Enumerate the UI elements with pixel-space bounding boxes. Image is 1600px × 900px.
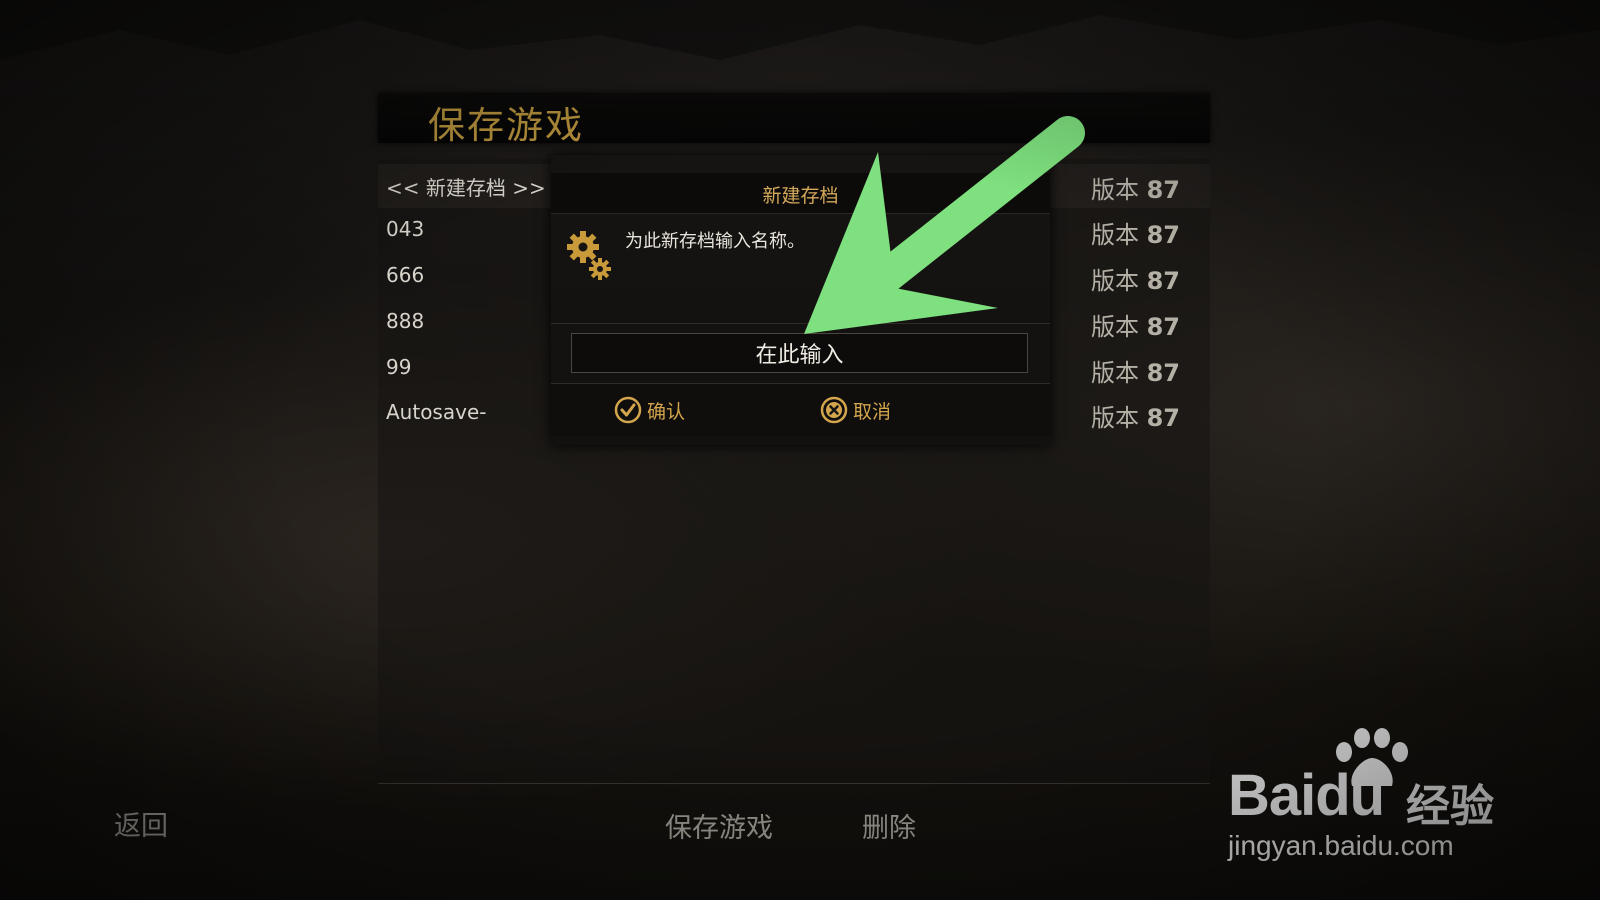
version-label: 版本 — [1090, 359, 1139, 387]
dialog-prompt: 为此新存档输入名称。 — [625, 231, 805, 252]
version-number: 87 — [1146, 404, 1180, 432]
new-save-dialog: 新建存档 为此新存档输入名称。 在此输入 确认 取消 — [551, 155, 1050, 445]
dialog-title: 新建存档 — [762, 185, 839, 207]
version-number: 87 — [1146, 359, 1180, 387]
dialog-button-bar: 确认 取消 — [551, 383, 1050, 436]
baidu-jingyan-text: 经验 — [1406, 781, 1494, 832]
version-label: 版本 — [1090, 221, 1139, 249]
cancel-button[interactable]: 取消 — [819, 392, 891, 428]
cancel-label: 取消 — [853, 400, 892, 423]
baidu-url: jingyan.baidu.com — [1228, 830, 1454, 861]
save-slot-name: 666 — [386, 263, 425, 287]
delete-button[interactable]: 删除 — [862, 806, 916, 845]
confirm-button[interactable]: 确认 — [613, 392, 685, 428]
baidu-logo-text: Baidu — [1228, 763, 1385, 828]
save-slot-name: 99 — [386, 355, 412, 379]
save-name-input[interactable] — [571, 333, 1028, 373]
version-number: 87 — [1146, 313, 1180, 341]
save-slot-version: 版本 87 — [1091, 398, 1180, 433]
version-number: 87 — [1146, 267, 1180, 295]
save-slot-version: 版本 87 — [1091, 261, 1180, 296]
back-button[interactable]: 返回 — [114, 804, 168, 843]
version-number: 87 — [1146, 221, 1180, 249]
save-slot-name: 888 — [386, 309, 425, 333]
title-bar: 保存游戏 — [378, 93, 1210, 147]
save-slot-version: 版本 87 — [1091, 170, 1180, 205]
save-game-button[interactable]: 保存游戏 — [665, 806, 773, 845]
version-number: 87 — [1146, 176, 1180, 204]
save-slot-version: 版本 87 — [1091, 307, 1180, 342]
save-slot-version: 版本 87 — [1091, 215, 1180, 250]
page-title: 保存游戏 — [428, 104, 584, 147]
gears-icon — [567, 231, 611, 280]
version-label: 版本 — [1090, 313, 1139, 341]
check-circle-icon — [614, 396, 642, 424]
save-slot-name: 043 — [386, 217, 425, 241]
close-circle-icon — [820, 396, 848, 424]
dialog-header: 新建存档 — [551, 173, 1050, 214]
version-label: 版本 — [1090, 267, 1139, 295]
baidu-watermark: Baidu 经验 jingyan.baidu.com — [1228, 728, 1528, 868]
version-label: 版本 — [1090, 176, 1139, 204]
version-label: 版本 — [1090, 404, 1139, 432]
divider — [551, 323, 1050, 324]
save-slot-version: 版本 87 — [1091, 353, 1180, 388]
confirm-label: 确认 — [647, 400, 686, 423]
save-slot-name: << 新建存档 >> — [386, 176, 546, 200]
save-slot-name: Autosave- — [386, 400, 487, 424]
